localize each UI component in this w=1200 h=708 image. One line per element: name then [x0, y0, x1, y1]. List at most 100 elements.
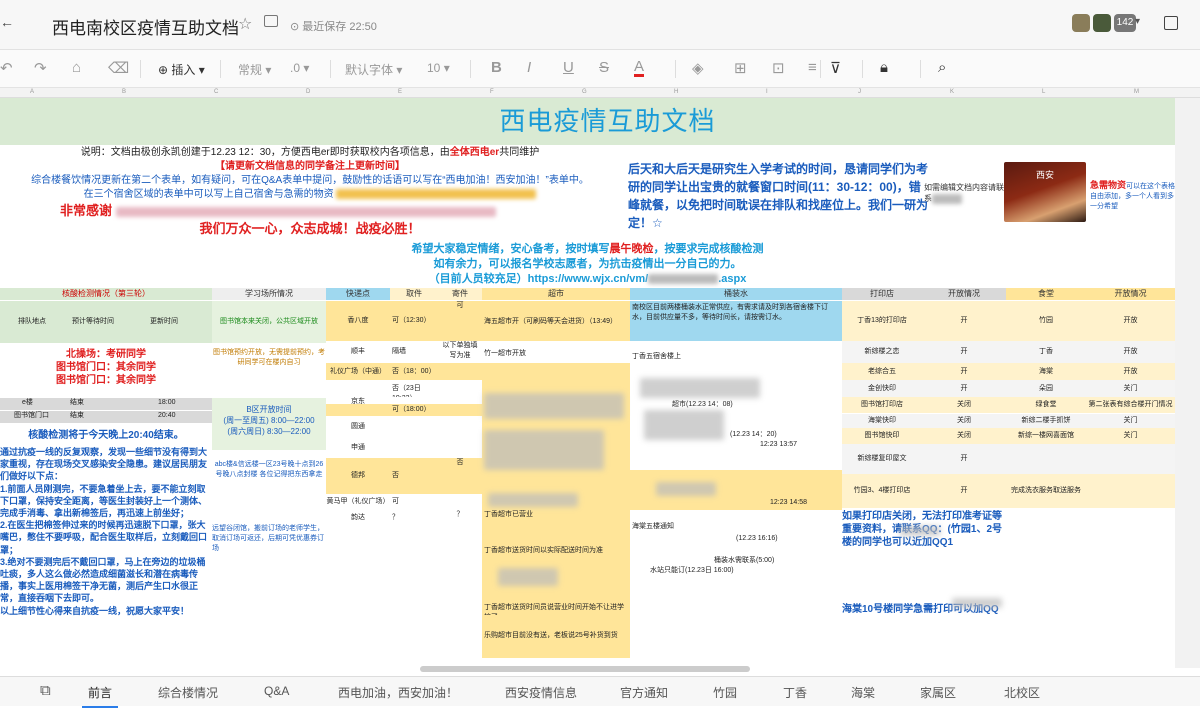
- market-row-2[interactable]: 竹一超市开放: [482, 341, 630, 363]
- print-row[interactable]: 老综合五 开 海棠 开放: [842, 363, 1175, 380]
- tab-1[interactable]: 前言: [81, 684, 119, 708]
- express-row[interactable]: 京东: [326, 397, 482, 404]
- header-nucleic[interactable]: 核酸检测情况（第三轮）: [0, 288, 212, 300]
- print-row[interactable]: 图书馆打印店 关闭 绿食堂 第二张表有综合楼开门情况: [842, 397, 1175, 413]
- italic-button[interactable]: I: [527, 59, 531, 76]
- market-row-1[interactable]: 海五超市开（可刷码等天会进货）（13:49）: [482, 301, 630, 341]
- water-row-5[interactable]: 12:23 13:57: [760, 440, 830, 452]
- nucleic-row-e[interactable]: e楼 结束 18:00: [0, 398, 212, 410]
- column-letter[interactable]: G: [582, 89, 587, 95]
- column-letter[interactable]: H: [674, 89, 678, 95]
- nucleic-locations[interactable]: 北操场：考研同学 图书馆门口：其余同学 图书馆门口：其余同学: [0, 348, 212, 392]
- study-row-4[interactable]: abc楼&信远楼一区23号晚十点到26号晚八点封楼 各位记得把东西拿走: [212, 460, 326, 500]
- express-row[interactable]: 否（23日19:22）: [326, 380, 482, 398]
- express-row[interactable]: 圆通: [326, 416, 482, 438]
- insert-button[interactable]: ⊕ 插入 ▾: [158, 61, 205, 78]
- contact-note[interactable]: 如需编辑文档内容请联系: [924, 182, 1004, 212]
- market-row-5[interactable]: 丁香超市送货时间员说营业时间开始不让进学校了: [482, 603, 630, 615]
- study-row-5[interactable]: 远望谷闭馆，搬前订场的老师学生，取消订场可返还，后期可凭优惠券订场: [212, 524, 326, 564]
- header-market[interactable]: 超市: [482, 288, 630, 300]
- redo-icon[interactable]: ↷: [34, 59, 47, 77]
- print-note-1[interactable]: 如果打印店关闭，无法打印准考证等重要资料，请联系QQ：(竹园1、2号楼的同学也可…: [842, 510, 1002, 566]
- tab-3[interactable]: Q&A: [264, 684, 289, 698]
- bold-button[interactable]: B: [491, 59, 502, 76]
- header-print[interactable]: 打印店: [842, 288, 922, 300]
- market-row-4[interactable]: 丁香超市送货时间以实际配送时间为准: [482, 546, 630, 558]
- font-family-select[interactable]: 默认字体 ▾: [345, 61, 402, 78]
- folder-icon[interactable]: [264, 15, 278, 27]
- express-row[interactable]: 德邦否否: [326, 458, 482, 494]
- water-row-7[interactable]: 海棠五楼通知: [632, 522, 842, 534]
- merge-cells-icon[interactable]: ⊡: [772, 59, 785, 77]
- font-size-select[interactable]: 10 ▾: [427, 61, 450, 75]
- column-letter[interactable]: K: [950, 89, 954, 95]
- document-title[interactable]: 西电南校区疫情互助文档: [52, 14, 239, 39]
- star-icon[interactable]: ☆: [238, 14, 252, 34]
- header-express[interactable]: 快递点: [326, 288, 390, 300]
- header-water[interactable]: 桶装水: [630, 288, 842, 300]
- nucleic-ended[interactable]: 核酸检测将于今天晚上20:40结束。: [0, 426, 212, 440]
- center-notice[interactable]: 希望大家稳定情绪，安心备考，按时填写晨午晚检，按要求完成核酸检测 如有余力，可以…: [0, 242, 1175, 288]
- urgent-supplies-note[interactable]: 急需物资可以在这个表格自由添加，多一个人看到多一分希望: [1090, 180, 1175, 210]
- border-icon[interactable]: ⊞: [734, 59, 747, 77]
- tab-5[interactable]: 西安疫情信息: [505, 684, 577, 701]
- strikethrough-button[interactable]: S: [599, 59, 609, 76]
- chevron-down-icon[interactable]: ▾: [1135, 16, 1140, 27]
- filter-icon[interactable]: ⊽: [830, 59, 841, 77]
- print-row[interactable]: 新综楼之恋 开 丁香 开放: [842, 341, 1175, 363]
- decimal-button[interactable]: .0 ▾: [290, 61, 309, 75]
- tab-8[interactable]: 丁香: [783, 684, 807, 701]
- express-row[interactable]: 申通: [326, 438, 482, 458]
- banner-cell[interactable]: 西电疫情互助文档: [0, 98, 1175, 145]
- tab-2[interactable]: 综合楼情况: [158, 684, 218, 701]
- tab-7[interactable]: 竹园: [713, 684, 737, 701]
- column-letter[interactable]: E: [398, 89, 402, 95]
- column-letter[interactable]: B: [122, 89, 126, 95]
- clear-format-icon[interactable]: ⌫: [108, 59, 129, 77]
- task-check-icon[interactable]: [1164, 16, 1178, 30]
- header-open1[interactable]: 开放情况: [922, 288, 1006, 300]
- water-row-10[interactable]: 水站只能订(12.23日 16:00): [650, 566, 830, 578]
- water-row-1[interactable]: 南校区目前两楼桶装水正常供应，有需求请及时到各宿舍楼下订水，目前供应量不多，等待…: [630, 301, 842, 341]
- header-open2[interactable]: 开放情况: [1086, 288, 1175, 300]
- nucleic-queue-row[interactable]: 排队地点 预计等待时间 更新时间: [0, 301, 212, 343]
- tab-11[interactable]: 北校区: [1004, 684, 1040, 701]
- market-row-3[interactable]: 丁香超市已营业: [482, 510, 630, 522]
- column-letter[interactable]: F: [490, 89, 494, 95]
- tab-10[interactable]: 家属区: [920, 684, 956, 701]
- print-row[interactable]: 新综楼复印屋文 开: [842, 444, 1175, 474]
- column-letter[interactable]: A: [30, 89, 34, 95]
- nucleic-row-lib[interactable]: 图书馆门口 结束 20:40: [0, 411, 212, 423]
- header-canteen[interactable]: 食堂: [1006, 288, 1086, 300]
- tab-6[interactable]: 官方通知: [620, 684, 668, 701]
- column-letter[interactable]: M: [1134, 89, 1139, 95]
- study-row-2[interactable]: 图书馆预约开放，无需提前预约，考研同学可在楼内自习: [212, 348, 326, 390]
- format-painter-icon[interactable]: ⌂: [72, 59, 81, 76]
- print-row[interactable]: 金创快印 开 朵园 关门: [842, 380, 1175, 397]
- intro-cell[interactable]: 说明：文档由极创永凯创建于12.23 12：30，方便西电er即时获取校内各项信…: [0, 146, 620, 244]
- horizontal-scrollbar[interactable]: [420, 666, 750, 672]
- header-send[interactable]: 寄件: [438, 288, 482, 300]
- avatar[interactable]: [1093, 14, 1111, 32]
- avatar[interactable]: [1072, 14, 1090, 32]
- water-row-8[interactable]: (12.23 16:16): [736, 534, 836, 546]
- underline-button[interactable]: U: [563, 59, 574, 76]
- number-format-select[interactable]: 常规 ▾: [238, 61, 271, 78]
- express-row[interactable]: 可（18:00）: [326, 404, 482, 416]
- print-row[interactable]: 海棠快印 关闭 新综二楼手抓饼 关门: [842, 414, 1175, 428]
- collaborator-count[interactable]: 142: [1114, 14, 1136, 32]
- align-icon[interactable]: ≡: [808, 59, 817, 76]
- vertical-scrollbar[interactable]: [1175, 98, 1200, 668]
- column-letter[interactable]: I: [766, 89, 768, 95]
- market-row-6[interactable]: 乐购超市目前没有送，老板说25号补货到货: [482, 631, 630, 643]
- undo-icon[interactable]: ↶: [0, 59, 13, 77]
- print-row[interactable]: 图书馆快印 关闭 新综一楼网喜面馆 关门: [842, 428, 1175, 444]
- column-letter[interactable]: J: [858, 89, 861, 95]
- column-letter[interactable]: L: [1042, 89, 1045, 95]
- collaborator-avatars[interactable]: 142: [1072, 14, 1136, 32]
- text-color-button[interactable]: A: [634, 59, 645, 77]
- header-pickup[interactable]: 取件: [390, 288, 438, 300]
- print-row[interactable]: 竹园3、4楼打印店 开 完成洗衣服务取送服务: [842, 474, 1175, 508]
- nucleic-tips[interactable]: 通过抗疫一线的反复观察，发现一些细节没有得到大家重视，存在现场交叉感染安全隐患。…: [0, 446, 212, 658]
- back-icon[interactable]: ←: [0, 14, 14, 30]
